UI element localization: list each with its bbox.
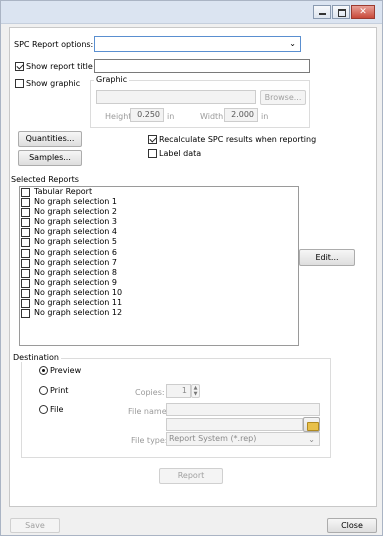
report-checkbox[interactable] (21, 228, 30, 238)
report-options-panel: SPC Report options: ⌄ Show report title … (9, 27, 377, 507)
list-item[interactable]: No graph selection 11 (20, 298, 298, 309)
close-icon: ✕ (359, 7, 367, 17)
report-checkbox[interactable] (21, 258, 30, 268)
show-report-title-checkbox[interactable] (15, 62, 24, 71)
chevron-down-icon: ⌄ (289, 39, 296, 48)
report-checkbox[interactable] (21, 248, 30, 258)
preview-label: Preview (50, 366, 82, 375)
copies-spin-button[interactable]: ▲ ▼ (191, 384, 200, 398)
show-report-title-label: Show report title (26, 62, 93, 71)
print-radio[interactable] (39, 386, 48, 395)
list-item[interactable]: No graph selection 3 (20, 217, 298, 228)
file-radio[interactable] (39, 405, 48, 414)
list-item[interactable]: No graph selection 4 (20, 227, 298, 238)
list-item[interactable]: No graph selection 7 (20, 258, 298, 268)
file-label: File (50, 405, 64, 414)
selected-reports-list[interactable]: Tabular Report No graph selection 1 No g… (19, 186, 299, 346)
recalculate-spc-checkbox[interactable] (148, 135, 157, 144)
edit-button[interactable]: Edit... (299, 249, 355, 266)
report-checkbox[interactable] (21, 238, 30, 248)
list-item[interactable]: No graph selection 5 (20, 237, 298, 248)
list-item[interactable]: No graph selection 9 (20, 278, 298, 288)
destination-group-label: Destination (11, 353, 61, 362)
report-checkbox[interactable] (21, 218, 30, 228)
list-item[interactable]: Tabular Report (20, 187, 298, 197)
file-type-label: File type: (131, 436, 168, 445)
folder-icon (307, 422, 319, 431)
height-unit: in (167, 112, 175, 121)
show-graphic-checkbox[interactable] (15, 79, 24, 88)
width-label: Width: (200, 112, 226, 121)
report-checkbox[interactable] (21, 299, 30, 309)
minimize-icon (319, 13, 326, 15)
file-type-dropdown[interactable]: Report System (*.rep) ⌄ (166, 432, 320, 446)
graphic-group-label: Graphic (94, 75, 130, 84)
height-input[interactable]: 0.250 (130, 108, 164, 122)
list-item[interactable]: No graph selection 2 (20, 207, 298, 218)
report-button[interactable]: Report (159, 468, 223, 484)
maximize-icon (338, 9, 346, 17)
width-input[interactable]: 2.000 (224, 108, 258, 122)
report-window: ✕ SPC Report options: ⌄ Show report titl… (0, 0, 383, 536)
report-checkbox[interactable] (21, 268, 30, 278)
report-checkbox[interactable] (21, 208, 30, 218)
spc-report-options-dropdown[interactable]: ⌄ (94, 36, 301, 52)
minimize-button[interactable] (313, 5, 331, 19)
preview-radio[interactable] (39, 366, 48, 375)
list-item[interactable]: No graph selection 10 (20, 288, 298, 298)
list-item[interactable]: No graph selection 12 (20, 308, 298, 319)
maximize-button[interactable] (332, 5, 350, 19)
quantities-button[interactable]: Quantities... (18, 131, 82, 147)
copies-stepper[interactable]: 1 (166, 384, 191, 398)
browse-file-button[interactable] (303, 417, 320, 432)
selected-reports-label: Selected Reports (11, 175, 79, 184)
save-button[interactable]: Save (10, 518, 60, 533)
report-checkbox[interactable] (21, 309, 30, 319)
list-item[interactable]: No graph selection 6 (20, 248, 298, 258)
file-name-label: File name: (128, 407, 170, 416)
label-data-checkbox[interactable] (148, 149, 157, 158)
browse-button[interactable]: Browse... (260, 90, 306, 105)
list-item[interactable]: No graph selection 8 (20, 268, 298, 278)
copies-label: Copies: (135, 388, 165, 397)
report-title-input[interactable] (94, 59, 310, 73)
show-graphic-label: Show graphic (26, 79, 81, 88)
recalculate-spc-label: Recalculate SPC results when reporting (159, 135, 317, 144)
print-label: Print (50, 386, 69, 395)
title-bar: ✕ (1, 1, 382, 24)
label-data-label: Label data (159, 149, 202, 158)
width-unit: in (261, 112, 269, 121)
report-checkbox[interactable] (21, 198, 30, 208)
samples-button[interactable]: Samples... (18, 150, 82, 166)
footer-bar: Save Close (1, 508, 382, 535)
graphic-path-input[interactable] (96, 90, 256, 104)
chevron-down-icon: ⌄ (308, 435, 315, 444)
report-checkbox[interactable] (21, 278, 30, 288)
spc-report-options-label: SPC Report options: (14, 40, 94, 49)
list-item[interactable]: No graph selection 1 (20, 197, 298, 208)
file-path-input[interactable] (166, 418, 303, 431)
report-checkbox[interactable] (21, 288, 30, 298)
file-name-input[interactable] (166, 403, 320, 416)
close-button[interactable]: Close (327, 518, 377, 533)
report-checkbox[interactable] (21, 188, 30, 197)
window-close-button[interactable]: ✕ (351, 5, 375, 19)
